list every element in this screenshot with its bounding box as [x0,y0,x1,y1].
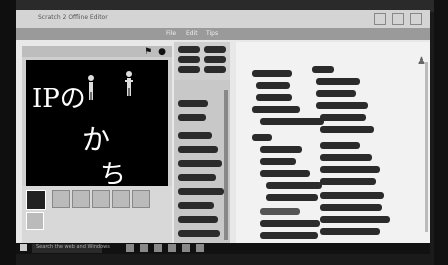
scratch-icon[interactable] [182,244,190,252]
palette-block[interactable] [178,202,214,209]
script-block[interactable] [260,232,318,239]
script-block[interactable] [252,106,300,113]
window-controls [374,13,422,25]
minimize-button[interactable] [374,13,386,25]
cat-events[interactable] [204,46,226,53]
script-block[interactable] [320,216,390,223]
sprite-thumb-4[interactable] [112,190,130,208]
windows-start-icon[interactable] [20,244,27,251]
script-block[interactable] [266,194,318,201]
script-block[interactable] [320,192,384,199]
app-icon[interactable] [196,244,204,252]
cat-looks[interactable] [178,56,200,63]
stage-text-main: IPの [32,84,86,114]
script-block[interactable] [312,66,334,73]
store-icon[interactable] [168,244,176,252]
sprite-figure-2[interactable] [124,70,134,96]
palette-block[interactable] [178,188,224,195]
script-block[interactable] [316,78,360,85]
sprite-thumb-3[interactable] [92,190,110,208]
palette-block[interactable] [178,132,212,139]
script-block[interactable] [320,154,372,161]
script-block[interactable] [256,82,290,89]
script-block[interactable] [320,166,380,173]
script-block[interactable] [266,182,322,189]
script-block[interactable] [316,102,368,109]
maximize-button[interactable] [392,13,404,25]
stage-thumbnail[interactable] [26,190,46,210]
script-block[interactable] [320,126,374,133]
script-block[interactable] [260,208,300,215]
block-categories [174,42,230,82]
script-block[interactable] [256,94,292,101]
palette-block[interactable] [178,146,218,153]
palette-block[interactable] [178,174,216,181]
script-block[interactable] [316,90,356,97]
script-block[interactable] [252,134,272,141]
stop-icon[interactable]: ● [158,47,166,57]
block-palette [174,80,230,250]
script-block[interactable] [260,220,320,227]
sprite-figure-1[interactable] [86,74,96,100]
palette-block[interactable] [178,216,218,223]
task-view-icon[interactable] [126,244,134,252]
script-block[interactable] [260,170,310,177]
wall-left [0,0,16,265]
script-scrollbar[interactable] [425,62,428,232]
palette-block[interactable] [178,230,220,237]
sprite-thumb-2[interactable] [72,190,90,208]
cat-sensing[interactable] [204,66,226,73]
menu-edit[interactable]: Edit [186,30,198,37]
close-button[interactable] [410,13,422,25]
sprite-thumb-1[interactable] [52,190,70,208]
taskbar-search-placeholder: Search the web and Windows [36,244,110,250]
edge-icon[interactable] [140,244,148,252]
cat-motion[interactable] [178,46,200,53]
cat-sound[interactable] [178,66,200,73]
sprite-thumb-5[interactable] [132,190,150,208]
palette-scrollbar[interactable] [224,90,228,240]
stage-toolbar: ⚑ ● [22,46,172,57]
wall-right [434,0,448,265]
script-block[interactable] [320,228,380,235]
green-flag-icon[interactable]: ⚑ [144,47,152,57]
projected-screen: Scratch 2 Offline Editor File Edit Tips … [16,10,430,254]
stage-controls: ⚑ ● [144,47,166,57]
script-block[interactable] [252,70,292,77]
title-bar: Scratch 2 Offline Editor [16,10,430,28]
explorer-icon[interactable] [154,244,162,252]
cat-control[interactable] [204,56,226,63]
script-block[interactable] [260,146,302,153]
menu-bar: File Edit Tips [16,28,430,40]
script-block[interactable] [260,158,296,165]
taskbar: Search the web and Windows [16,243,430,254]
stage-panel: ⚑ ● IPの か ち [22,46,172,191]
new-backdrop-button[interactable] [26,212,44,230]
palette-block[interactable] [178,160,222,167]
script-block[interactable] [260,118,324,125]
script-block[interactable] [320,204,382,211]
sprite-pane [22,186,172,244]
script-block[interactable] [320,142,360,149]
script-block[interactable] [320,178,376,185]
stage-canvas[interactable]: IPの か ち [26,60,168,190]
script-area[interactable]: ♟ [236,42,430,250]
palette-block[interactable] [178,100,208,107]
window-title: Scratch 2 Offline Editor [38,14,108,21]
script-block[interactable] [320,114,366,121]
palette-block[interactable] [178,114,206,121]
menu-tips[interactable]: Tips [206,30,218,37]
stage-text-kana1: か [82,123,111,156]
menu-file[interactable]: File [166,30,176,37]
